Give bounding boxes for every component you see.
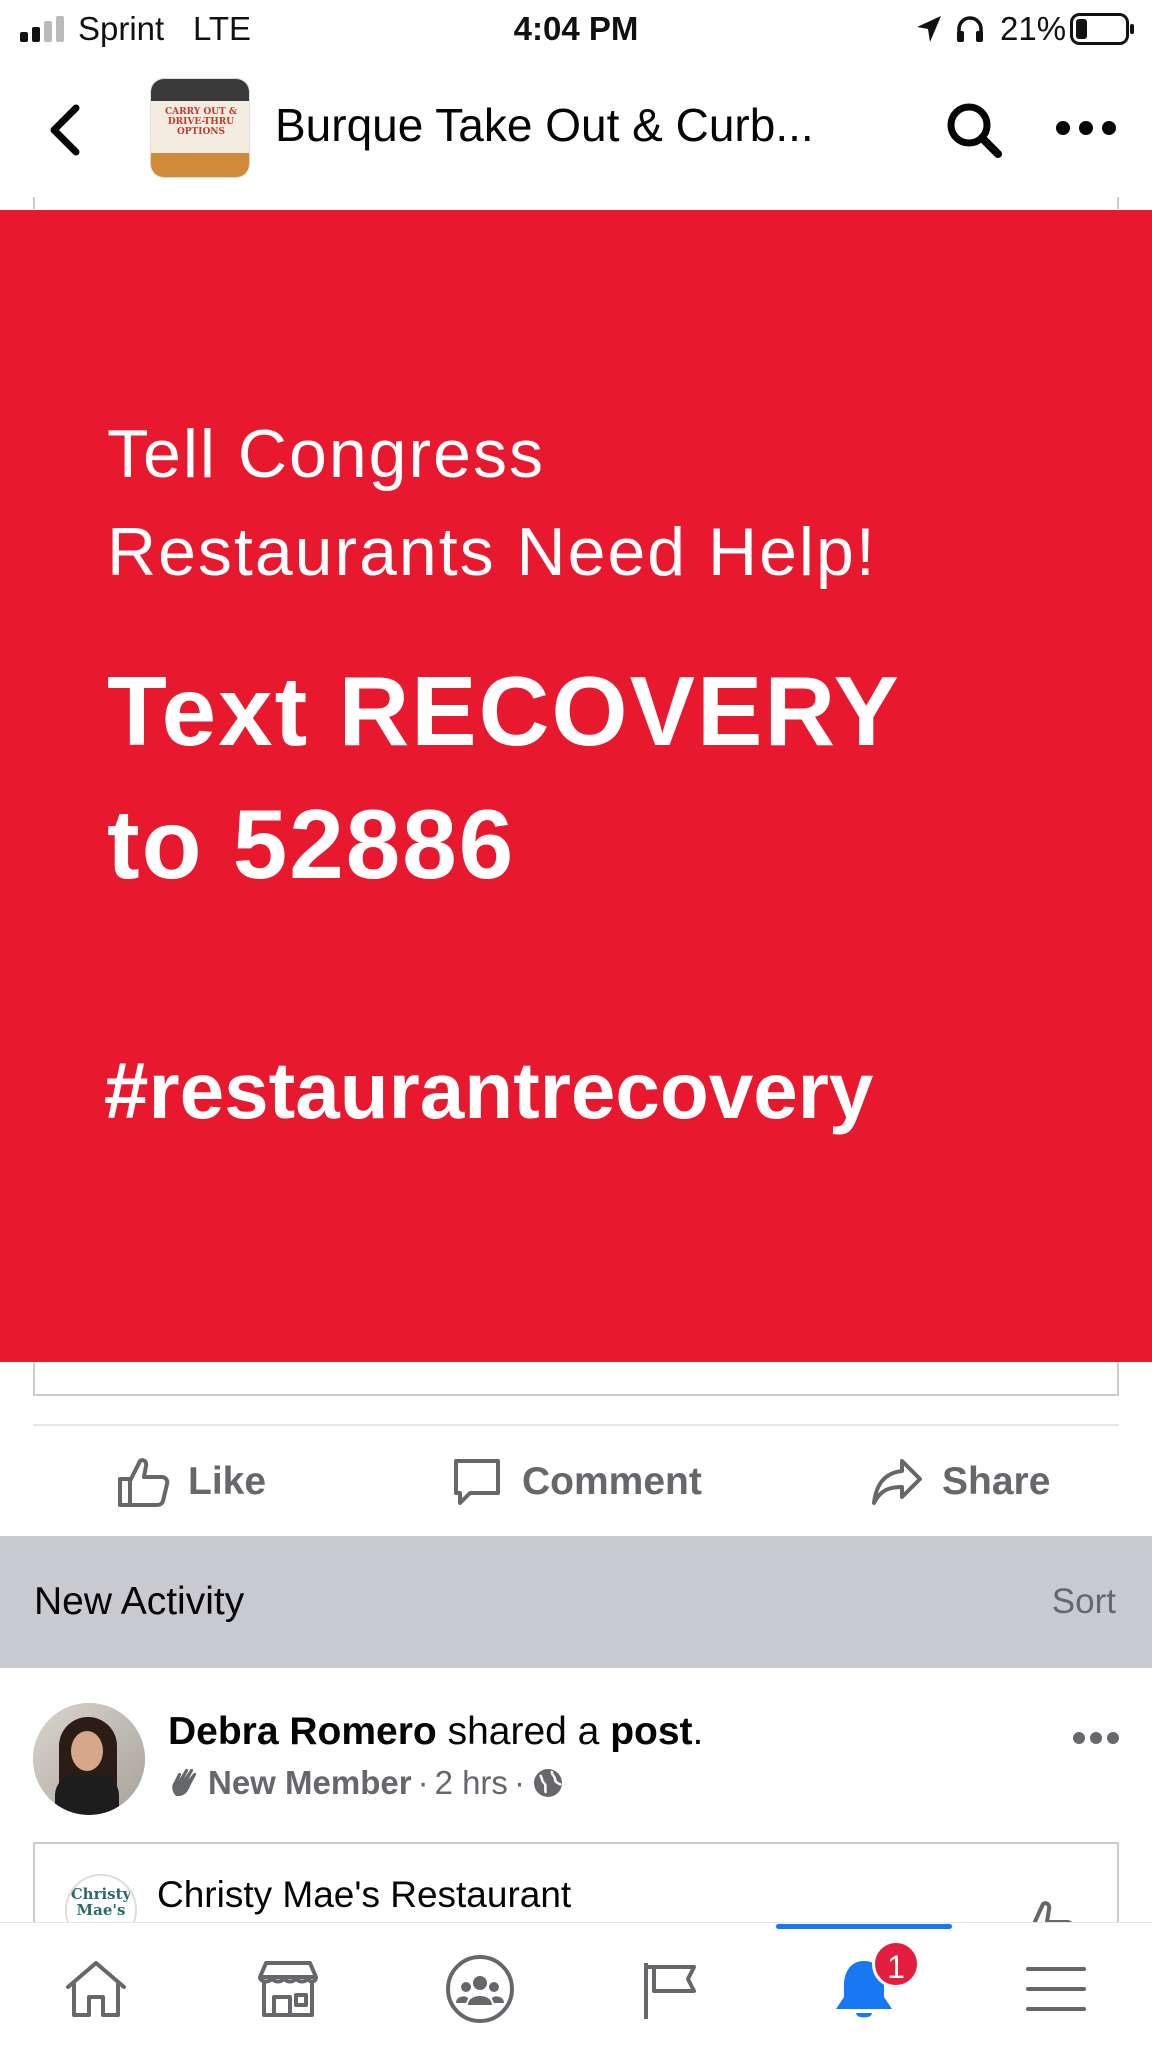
tab-marketplace[interactable]	[252, 1953, 324, 2025]
feed-item-meta: New Member · 2 hrs ·	[168, 1764, 565, 1802]
menu-icon	[1026, 1967, 1086, 2011]
new-activity-header: New Activity Sort	[0, 1536, 1152, 1668]
active-tab-indicator	[776, 1924, 952, 1929]
battery-percent: 21%	[1000, 10, 1067, 47]
status-bar: Sprint LTE 4:04 PM 21%	[0, 0, 1152, 60]
new-member-badge: New Member	[208, 1764, 412, 1801]
post-link[interactable]: post	[610, 1710, 692, 1753]
tab-pages[interactable]	[636, 1953, 708, 2025]
post-card-bottom	[33, 1362, 1119, 1396]
feed-item-headline: Debra Romero shared a post.	[168, 1710, 703, 1754]
comment-label: Comment	[522, 1460, 702, 1503]
thumbnail-title: CARRY OUT & DRIVE-THRU OPTIONS	[164, 107, 238, 137]
location-icon	[917, 16, 941, 42]
back-icon[interactable]	[44, 102, 86, 158]
comment-icon	[454, 1459, 500, 1505]
home-icon	[66, 1961, 126, 2017]
bottom-tab-bar	[0, 1922, 1152, 2048]
groups-icon	[446, 1955, 514, 2023]
group-header: CARRY OUT & DRIVE-THRU OPTIONS Burque Ta…	[0, 62, 1152, 198]
post-image[interactable]: Tell Congress Restaurants Need Help! Tex…	[0, 210, 1152, 1362]
headline-period: .	[692, 1710, 704, 1753]
page-like-icon[interactable]	[1017, 1896, 1077, 1922]
post-image-line2: Restaurants Need Help!	[107, 514, 877, 590]
share-icon	[872, 1459, 922, 1505]
sort-button[interactable]: Sort	[1052, 1582, 1116, 1622]
action-text: shared a	[447, 1710, 600, 1753]
shared-page-logo: Christy Mae's	[65, 1874, 137, 1922]
like-label: Like	[188, 1460, 267, 1503]
avatar[interactable]	[33, 1703, 145, 1815]
meta-separator: ·	[513, 1764, 525, 1801]
comment-button[interactable]: Comment	[450, 1452, 702, 1512]
like-icon	[118, 1458, 170, 1507]
shared-page-name[interactable]: Christy Mae's Restaurant	[157, 1874, 571, 1916]
wave-icon	[172, 1768, 197, 1797]
share-button[interactable]: Share	[870, 1452, 1050, 1512]
feed-item-more-icon[interactable]	[1072, 1730, 1120, 1746]
marketplace-icon	[258, 1961, 318, 2017]
post-image-line4: to 52886	[107, 789, 516, 899]
like-button[interactable]: Like	[116, 1452, 266, 1512]
post-image-hashtag: #restaurantrecovery	[104, 1046, 874, 1135]
post-image-line1: Tell Congress	[107, 416, 545, 492]
thumbnail-banner	[151, 79, 249, 101]
thumbnail-food-image	[151, 153, 249, 177]
share-label: Share	[942, 1460, 1051, 1503]
tab-home[interactable]	[60, 1953, 132, 2025]
post-image-line3: Text RECOVERY	[107, 656, 901, 766]
action-divider	[33, 1424, 1119, 1426]
more-icon[interactable]	[1054, 118, 1118, 138]
tab-menu[interactable]	[1020, 1953, 1092, 2025]
shared-post-card[interactable]: Christy Mae's Christy Mae's Restaurant	[33, 1842, 1119, 1922]
author-name[interactable]: Debra Romero	[168, 1710, 437, 1753]
meta-separator: ·	[417, 1764, 429, 1801]
globe-icon	[533, 1769, 562, 1797]
new-activity-label: New Activity	[34, 1580, 245, 1623]
tab-groups[interactable]	[444, 1953, 516, 2025]
post-time[interactable]: 2 hrs	[435, 1764, 508, 1802]
post-card-top	[33, 197, 1119, 209]
group-title[interactable]: Burque Take Out & Curb...	[275, 98, 814, 152]
search-icon[interactable]	[944, 100, 1004, 160]
notification-count-badge: 1	[872, 1940, 920, 1988]
headphones-icon	[957, 16, 983, 42]
shared-logo-text: Christy Mae's	[70, 1885, 132, 1919]
group-thumbnail[interactable]: CARRY OUT & DRIVE-THRU OPTIONS	[150, 78, 250, 178]
pages-icon	[644, 1963, 696, 2019]
battery-icon	[1070, 13, 1134, 45]
